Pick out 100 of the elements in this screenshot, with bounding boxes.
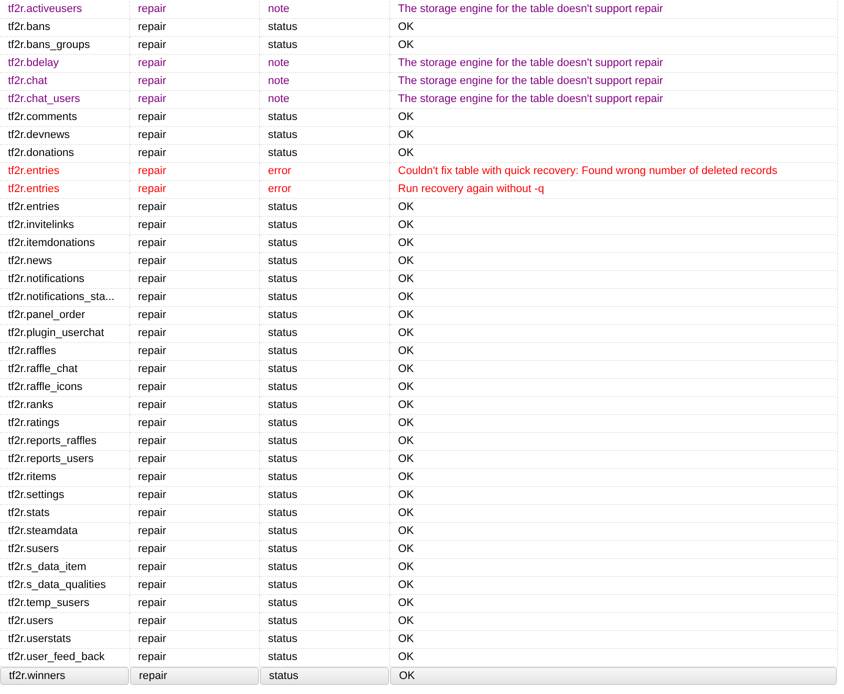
table-cell: OK (390, 217, 838, 235)
table-cell: repair (130, 451, 260, 469)
table-cell: OK (390, 109, 838, 127)
table-cell: error (260, 163, 390, 181)
table-cell: note (260, 91, 390, 109)
table-cell: tf2r.s_data_qualities (0, 577, 130, 595)
table-cell: repair (130, 37, 260, 55)
table-cell: status (260, 127, 390, 145)
table-cell: tf2r.entries (0, 199, 130, 217)
table-cell: repair (130, 1, 260, 19)
table-cell: repair (130, 487, 260, 505)
table-cell: tf2r.notifications_sta... (0, 289, 130, 307)
table-cell: The storage engine for the table doesn't support repair (390, 55, 838, 73)
table-cell: status (260, 433, 390, 451)
table-cell: OK (390, 127, 838, 145)
table-cell: OK (390, 235, 838, 253)
table-cell: tf2r.chat_users (0, 91, 130, 109)
table-cell: OK (390, 145, 838, 163)
table-cell: OK (390, 271, 838, 289)
table-cell: repair (130, 469, 260, 487)
table-cell: repair (130, 595, 260, 613)
table-cell: repair (130, 163, 260, 181)
table-cell: tf2r.notifications (0, 271, 130, 289)
table-cell: tf2r.itemdonations (0, 235, 130, 253)
table-cell: status (260, 451, 390, 469)
table-cell: tf2r.entries (0, 181, 130, 199)
table-cell: tf2r.s_data_item (0, 559, 130, 577)
table-cell: error (260, 181, 390, 199)
table-cell: OK (390, 451, 838, 469)
table-cell: OK (390, 325, 838, 343)
table-cell: status (260, 523, 390, 541)
table-cell: The storage engine for the table doesn't support repair (390, 73, 838, 91)
table-cell: repair (130, 235, 260, 253)
table-cell: tf2r.temp_susers (0, 595, 130, 613)
table-cell: tf2r.donations (0, 145, 130, 163)
table-cell: repair (130, 433, 260, 451)
table-cell: repair (130, 415, 260, 433)
table-cell: repair (130, 91, 260, 109)
table-cell: repair (130, 523, 260, 541)
table-cell: OK (390, 667, 837, 685)
table-cell: status (260, 145, 390, 163)
table-cell: tf2r.invitelinks (0, 217, 130, 235)
table-cell: status (260, 505, 390, 523)
table-cell: status (260, 631, 390, 649)
table-cell: OK (390, 631, 838, 649)
table-cell: status (260, 307, 390, 325)
table-cell: repair (130, 379, 260, 397)
table-cell: repair (130, 505, 260, 523)
table-cell: repair (130, 631, 260, 649)
table-cell: OK (390, 253, 838, 271)
table-cell: tf2r.settings (0, 487, 130, 505)
table-cell: tf2r.users (0, 613, 130, 631)
table-cell: status (260, 415, 390, 433)
table-cell: tf2r.news (0, 253, 130, 271)
table-cell: tf2r.steamdata (0, 523, 130, 541)
table-cell: note (260, 73, 390, 91)
table-cell: repair (130, 73, 260, 91)
table-cell: tf2r.winners (0, 667, 129, 685)
table-cell: Run recovery again without -q (390, 181, 838, 199)
table-cell: OK (390, 577, 838, 595)
table-cell: tf2r.bans_groups (0, 37, 130, 55)
table-cell: tf2r.plugin_userchat (0, 325, 130, 343)
table-cell: repair (130, 307, 260, 325)
table-cell: repair (130, 289, 260, 307)
table-cell: note (260, 55, 390, 73)
table-cell: OK (390, 37, 838, 55)
table-cell: repair (130, 217, 260, 235)
table-cell: status (260, 325, 390, 343)
table-cell: repair (130, 343, 260, 361)
table-cell: status (260, 343, 390, 361)
table-cell: OK (390, 613, 838, 631)
table-cell: OK (390, 397, 838, 415)
table-cell: status (260, 109, 390, 127)
table-cell: tf2r.bans (0, 19, 130, 37)
table-cell: repair (130, 145, 260, 163)
table-cell: tf2r.ratings (0, 415, 130, 433)
table-cell: status (260, 487, 390, 505)
table-cell: tf2r.bdelay (0, 55, 130, 73)
table-cell: OK (390, 289, 838, 307)
table-cell: tf2r.userstats (0, 631, 130, 649)
table-cell: tf2r.reports_users (0, 451, 130, 469)
table-cell: OK (390, 379, 838, 397)
table-cell: tf2r.raffle_icons (0, 379, 130, 397)
table-cell: repair (130, 541, 260, 559)
table-cell: OK (390, 469, 838, 487)
table-cell: status (260, 217, 390, 235)
table-cell: status (260, 289, 390, 307)
table-cell: repair (130, 397, 260, 415)
table-cell: tf2r.comments (0, 109, 130, 127)
table-cell: tf2r.entries (0, 163, 130, 181)
table-cell: tf2r.chat (0, 73, 130, 91)
table-cell: tf2r.activeusers (0, 1, 130, 19)
table-cell: status (260, 397, 390, 415)
table-cell: repair (130, 55, 260, 73)
table-cell: OK (390, 595, 838, 613)
table-cell: status (260, 271, 390, 289)
table-cell: tf2r.panel_order (0, 307, 130, 325)
table-cell: repair (130, 667, 259, 685)
table-cell: OK (390, 19, 838, 37)
table-cell: note (260, 1, 390, 19)
